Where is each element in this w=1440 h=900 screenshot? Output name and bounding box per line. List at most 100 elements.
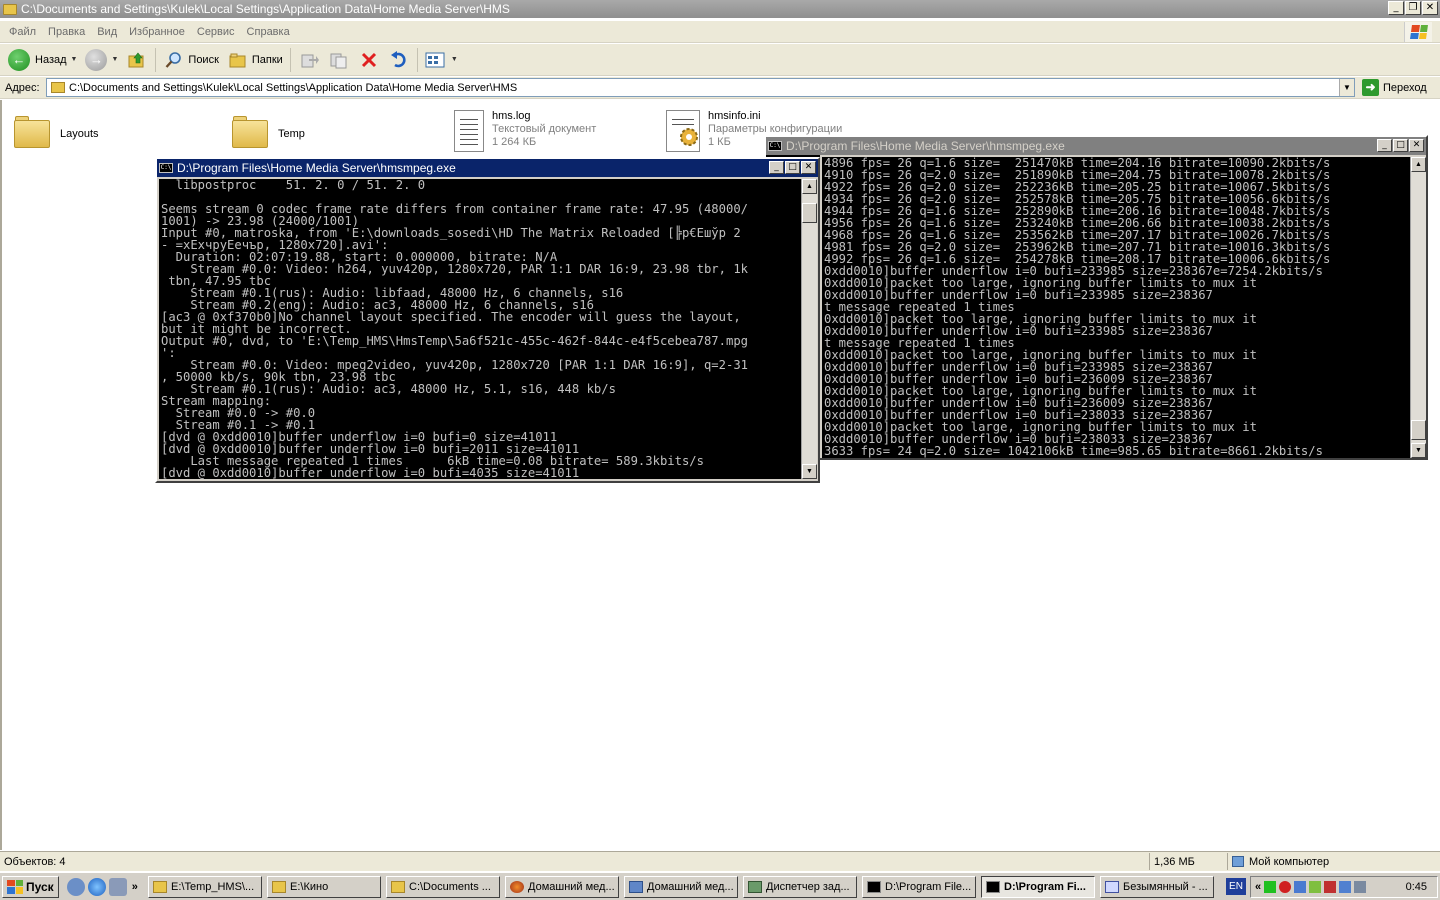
- console-scrollbar[interactable]: ▲ ▼: [801, 179, 817, 479]
- folders-button[interactable]: Папки: [223, 46, 287, 74]
- address-value: C:\Documents and Settings\Kulek\Local Se…: [69, 81, 518, 94]
- menu-help[interactable]: Справка: [241, 26, 296, 38]
- views-button[interactable]: ▼: [421, 46, 462, 74]
- menu-edit[interactable]: Правка: [42, 26, 91, 38]
- back-button[interactable]: ← Назад ▼: [4, 46, 81, 74]
- minimize-button[interactable]: _: [1377, 139, 1392, 152]
- chevron-down-icon[interactable]: ▼: [71, 56, 78, 63]
- taskbar-button-home-media-1[interactable]: Домашний мед...: [505, 876, 619, 898]
- language-indicator[interactable]: EN: [1226, 878, 1246, 895]
- console-titlebar[interactable]: C:\ D:\Program Files\Home Media Server\h…: [766, 137, 1426, 155]
- minimize-button[interactable]: _: [1388, 1, 1404, 15]
- menu-tools[interactable]: Сервис: [191, 26, 241, 38]
- taskbar-button-label: Диспетчер зад...: [766, 881, 850, 893]
- address-dropdown-button[interactable]: ▼: [1339, 79, 1354, 96]
- scroll-thumb[interactable]: [1411, 420, 1426, 440]
- console-output[interactable]: 4896 fps= 26 q=1.6 size= 251470kB time=2…: [822, 157, 1410, 458]
- close-button[interactable]: ✕: [1409, 139, 1424, 152]
- file-name: hms.log: [492, 110, 531, 122]
- taskbar-button-paint[interactable]: Безымянный - ...: [1100, 876, 1214, 898]
- folder-item-temp[interactable]: Temp: [230, 114, 305, 150]
- scroll-down-button[interactable]: ▼: [1411, 443, 1426, 458]
- forward-button[interactable]: → ▼: [81, 46, 122, 74]
- console-line: Output #0, dvd, to 'E:\Temp_HMS\HmsTemp\…: [161, 334, 748, 348]
- undo-icon: [388, 49, 410, 71]
- maximize-button[interactable]: □: [1393, 139, 1408, 152]
- console-titlebar[interactable]: C:\ D:\Program Files\Home Media Server\h…: [157, 159, 818, 177]
- network-icon[interactable]: [108, 877, 127, 896]
- taskbar-button-home-media-2[interactable]: Домашний мед...: [624, 876, 738, 898]
- search-button[interactable]: Поиск: [159, 46, 222, 74]
- taskbar-button-label: E:\Кино: [290, 881, 329, 893]
- taskbar-button-documents[interactable]: C:\Documents ...: [386, 876, 500, 898]
- move-to-button[interactable]: [294, 46, 324, 74]
- scroll-down-button[interactable]: ▼: [802, 464, 817, 479]
- taskbar-button-label: Безымянный - ...: [1123, 881, 1208, 893]
- console-output[interactable]: libpostproc 51. 2. 0 / 51. 2. 0 Seems st…: [159, 179, 801, 479]
- forward-arrow-icon: →: [85, 48, 108, 71]
- taskbar-button-label: C:\Documents ...: [409, 881, 491, 893]
- taskbar: Пуск » E:\Temp_HMS\... E:\Кино C:\Docume…: [0, 872, 1440, 900]
- windows-logo-icon: [7, 879, 23, 894]
- copy-to-button[interactable]: [324, 46, 354, 74]
- console-line: libpostproc 51. 2. 0 / 51. 2. 0: [161, 179, 426, 192]
- system-tray: « 0:45: [1250, 876, 1438, 898]
- file-item-hms-log[interactable]: hms.log Текстовый документ 1 264 КБ: [454, 110, 596, 152]
- folder-item-layouts[interactable]: Layouts: [12, 114, 99, 150]
- console-window-right[interactable]: C:\ D:\Program Files\Home Media Server\h…: [764, 135, 1428, 460]
- search-label: Поиск: [188, 53, 219, 66]
- scroll-up-button[interactable]: ▲: [1411, 157, 1426, 172]
- tray-red-icon[interactable]: [1279, 881, 1292, 893]
- status-size: 1,36 МБ: [1150, 853, 1228, 870]
- menu-favorites[interactable]: Избранное: [123, 26, 191, 38]
- explorer-titlebar[interactable]: C:\Documents and Settings\Kulek\Local Se…: [0, 0, 1440, 18]
- desktop-icon[interactable]: [66, 877, 85, 896]
- start-label: Пуск: [26, 879, 54, 894]
- taskbar-button-temp-hms[interactable]: E:\Temp_HMS\...: [148, 876, 262, 898]
- taskbar-button-kino[interactable]: E:\Кино: [267, 876, 381, 898]
- address-input[interactable]: C:\Documents and Settings\Kulek\Local Se…: [46, 78, 1355, 97]
- tray-network-icon[interactable]: [1294, 881, 1307, 893]
- tray-volume-icon[interactable]: [1354, 881, 1367, 893]
- file-name: hmsinfo.ini: [708, 110, 761, 122]
- folder-icon: [3, 3, 17, 15]
- tray-monitor-icon[interactable]: [1339, 881, 1352, 893]
- start-button[interactable]: Пуск: [2, 875, 59, 898]
- maximize-button[interactable]: □: [785, 161, 800, 174]
- chevron-left-icon[interactable]: «: [1255, 881, 1261, 893]
- scroll-up-button[interactable]: ▲: [802, 179, 817, 194]
- status-object-count: Объектов: 4: [0, 853, 1150, 870]
- tray-security-icon[interactable]: [1324, 881, 1337, 893]
- tray-update-icon[interactable]: [1309, 881, 1322, 893]
- taskbar-button-console-2[interactable]: D:\Program Fi...: [981, 876, 1095, 898]
- copy-to-icon: [328, 49, 350, 71]
- status-location-text: Мой компьютер: [1249, 855, 1330, 868]
- up-button[interactable]: [122, 46, 152, 74]
- tray-green-icon[interactable]: [1264, 881, 1277, 893]
- file-type: Текстовый документ: [492, 123, 597, 135]
- taskbar-button-console-1[interactable]: D:\Program File...: [862, 876, 976, 898]
- file-size: 1 264 КБ: [492, 136, 537, 148]
- go-button[interactable]: ➜ Переход: [1362, 79, 1427, 96]
- menu-view[interactable]: Вид: [91, 26, 123, 38]
- console-window-left[interactable]: C:\ D:\Program Files\Home Media Server\h…: [155, 157, 820, 483]
- chevron-down-icon[interactable]: ▼: [451, 56, 458, 63]
- menu-file[interactable]: Файл: [3, 26, 42, 38]
- chevron-right-icon[interactable]: »: [132, 881, 138, 893]
- delete-button[interactable]: [354, 46, 384, 74]
- taskbar-button-task-manager[interactable]: Диспетчер зад...: [743, 876, 857, 898]
- folder-up-icon: [126, 49, 148, 71]
- close-button[interactable]: ✕: [1422, 1, 1438, 15]
- restore-button[interactable]: ❐: [1405, 1, 1421, 15]
- undo-button[interactable]: [384, 46, 414, 74]
- chevron-down-icon[interactable]: ▼: [111, 56, 118, 63]
- internet-explorer-icon[interactable]: [87, 877, 106, 896]
- clock[interactable]: 0:45: [1406, 881, 1427, 893]
- scroll-thumb[interactable]: [802, 203, 817, 223]
- toolbar-separator: [289, 47, 291, 72]
- browser-icon: [510, 881, 524, 893]
- close-button[interactable]: ✕: [801, 161, 816, 174]
- minimize-button[interactable]: _: [769, 161, 784, 174]
- console-scrollbar[interactable]: ▲ ▼: [1410, 157, 1426, 458]
- taskbar-button-label: Домашний мед...: [528, 881, 615, 893]
